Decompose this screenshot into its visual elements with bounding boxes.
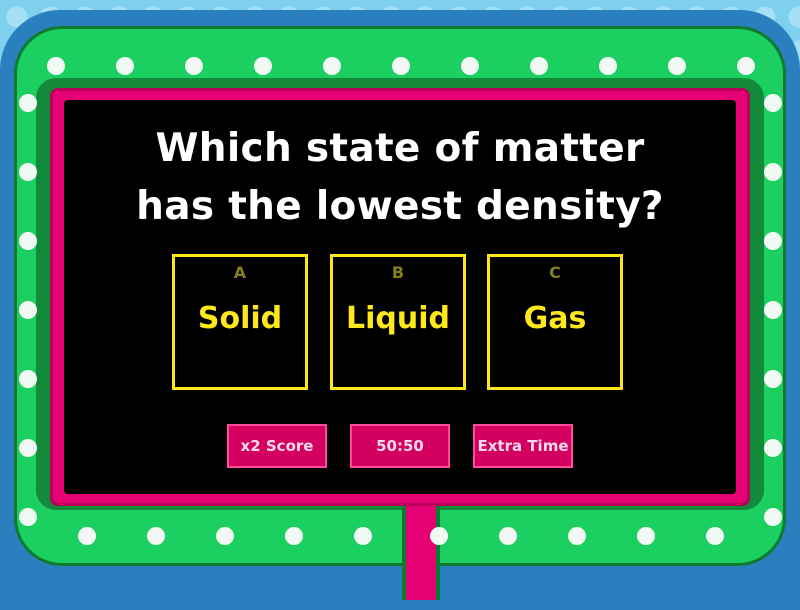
answer-letter: B xyxy=(391,263,405,282)
frame-stem xyxy=(402,500,440,600)
light-dot xyxy=(19,301,37,319)
light-dot xyxy=(323,57,341,75)
question-line-2: has the lowest density? xyxy=(136,184,664,229)
answer-label: Liquid xyxy=(346,301,450,336)
light-dot xyxy=(185,57,203,75)
light-dot xyxy=(764,508,782,526)
light-dot xyxy=(116,57,134,75)
light-dot xyxy=(568,527,586,545)
light-dot xyxy=(599,57,617,75)
light-dot xyxy=(764,370,782,388)
light-dot xyxy=(19,508,37,526)
light-dot xyxy=(430,527,448,545)
light-dot xyxy=(216,527,234,545)
question-line-1: Which state of matter xyxy=(155,126,645,171)
light-dot xyxy=(392,57,410,75)
light-dot xyxy=(19,94,37,112)
answer-label: Gas xyxy=(523,301,587,336)
extra-time-button[interactable]: Extra Time xyxy=(473,424,573,468)
light-dot xyxy=(254,57,272,75)
light-dot xyxy=(19,439,37,457)
answer-option-c[interactable]: C Gas xyxy=(487,254,623,390)
light-dot xyxy=(764,301,782,319)
light-dot xyxy=(530,57,548,75)
question-text: Which state of matter has the lowest den… xyxy=(0,120,800,236)
light-dot xyxy=(47,57,65,75)
light-dot xyxy=(285,527,303,545)
light-dot xyxy=(19,370,37,388)
answer-option-a[interactable]: A Solid xyxy=(172,254,308,390)
answer-letter: C xyxy=(549,263,561,282)
answer-label: Solid xyxy=(197,301,283,336)
answer-option-b[interactable]: B Liquid xyxy=(330,254,466,390)
light-dot xyxy=(354,527,372,545)
light-dot xyxy=(668,57,686,75)
light-dot xyxy=(764,439,782,457)
light-dot xyxy=(637,527,655,545)
light-dot xyxy=(706,527,724,545)
light-dot xyxy=(737,57,755,75)
answer-letter: A xyxy=(233,263,247,282)
light-dot xyxy=(764,94,782,112)
light-dot xyxy=(147,527,165,545)
light-dot xyxy=(499,527,517,545)
light-dot xyxy=(78,527,96,545)
double-score-button[interactable]: x2 Score xyxy=(227,424,327,468)
light-dot xyxy=(461,57,479,75)
fifty-fifty-button[interactable]: 50:50 xyxy=(350,424,450,468)
